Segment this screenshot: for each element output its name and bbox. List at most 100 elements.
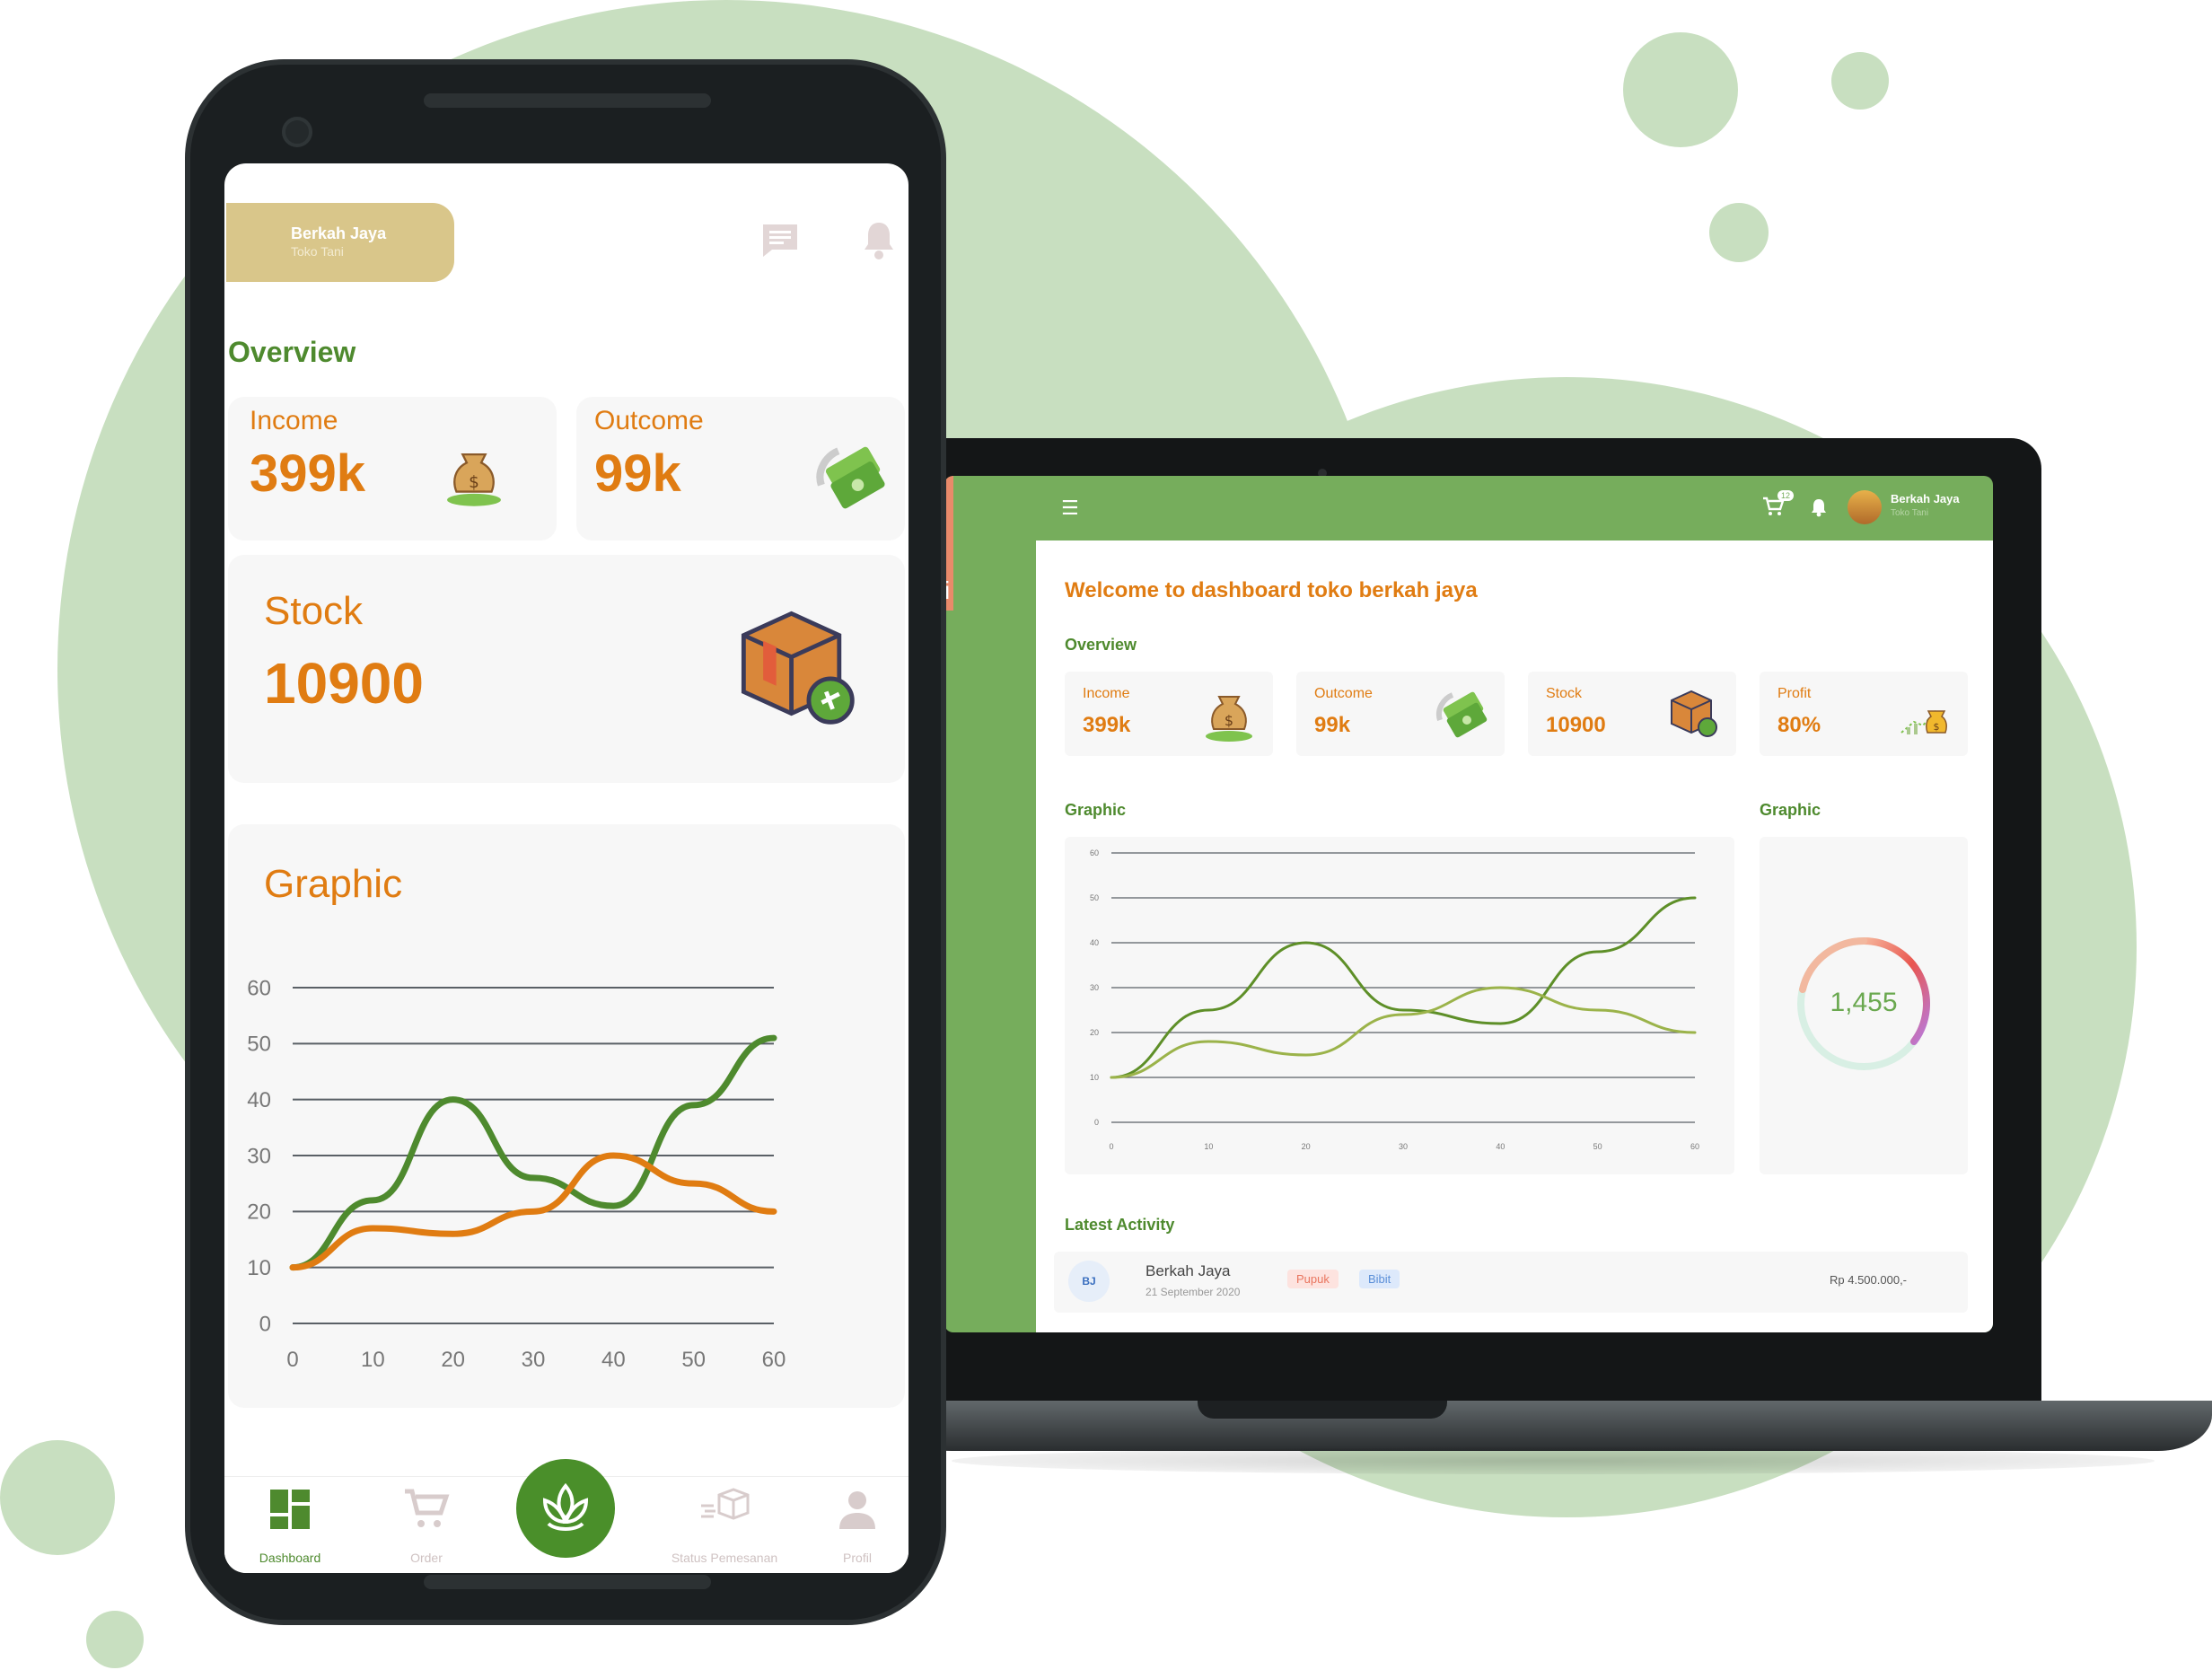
home-fab-button[interactable]: [516, 1459, 615, 1558]
profit-chart-icon: $: [1896, 684, 1952, 743]
nav-label: Order: [410, 1551, 443, 1565]
laptop-notch: [1198, 1401, 1447, 1419]
tag-pupuk: Pupuk: [1287, 1270, 1339, 1288]
background-dot: [0, 1440, 115, 1555]
store-badge[interactable]: Berkah Jaya Toko Tani: [226, 203, 454, 282]
flying-money-icon: [812, 436, 887, 515]
overview-heading: Overview: [1065, 636, 1137, 654]
dashboard-content: Welcome to dashboard toko berkah jaya Ov…: [1036, 541, 1993, 1332]
stock-label: Stock: [264, 589, 364, 633]
y-tick-label: 40: [247, 1088, 271, 1112]
chat-icon[interactable]: [759, 221, 801, 264]
income-card[interactable]: Income 399k $: [228, 397, 557, 541]
x-tick-label: 30: [522, 1348, 546, 1372]
phone-bottom-bar: [424, 1575, 711, 1589]
x-tick-label: 10: [361, 1348, 385, 1372]
stat-card-profit[interactable]: Profit 80% $: [1760, 672, 1968, 756]
x-tick-label: 0: [286, 1348, 298, 1372]
y-tick-label: 20: [247, 1200, 271, 1225]
donut-chart-card: 1,455: [1760, 837, 1968, 1174]
stat-card-income[interactable]: Income 399k $: [1065, 672, 1273, 756]
graphic-heading-secondary: Graphic: [1760, 801, 1821, 819]
store-name: Berkah Jaya: [291, 224, 387, 242]
graphic-card: Graphic 0 10 20 30 40 50 60 0 10 20 30 40 50 60: [228, 824, 905, 1408]
stock-card[interactable]: Stock 10900: [228, 555, 905, 783]
income-label: Income: [250, 406, 338, 435]
nav-label: Status Pemesanan: [671, 1551, 778, 1565]
phone-screen: Berkah Jaya Toko Tani Overview Income 39…: [224, 163, 908, 1573]
svg-text:$: $: [1934, 721, 1940, 733]
x-tick-label: 10: [1204, 1142, 1213, 1151]
nav-label: Profil: [843, 1551, 872, 1565]
y-tick-label: 50: [1090, 893, 1099, 902]
nav-item-dashboard[interactable]: Dashboard: [224, 1488, 357, 1565]
stat-value: 399k: [1083, 713, 1131, 737]
series-line-1: [289, 1034, 777, 1271]
phone-line-chart: 0 10 20 30 40 50 60 0 10 20 30 40 50 60: [247, 976, 786, 1372]
y-tick-label: 20: [1090, 1028, 1099, 1037]
page-title: Welcome to dashboard toko berkah jaya: [1065, 578, 1478, 602]
laptop-base: [898, 1401, 2212, 1451]
stat-label: Profit: [1778, 686, 1812, 701]
tag-bibit: Bibit: [1359, 1270, 1400, 1288]
dashboard-icon: [270, 1490, 310, 1529]
y-tick-label: 40: [1090, 938, 1099, 947]
nav-item-order[interactable]: Order: [359, 1488, 494, 1565]
laptop-screen: i ☰ 12 Berkah Jaya Toko Tani Welcome to …: [944, 476, 1993, 1332]
background-dot: [1709, 203, 1769, 262]
activity-amount: Rp 4.500.000,-: [1830, 1273, 1908, 1287]
y-tick-label: 60: [247, 976, 271, 1000]
x-tick-label: 50: [1593, 1142, 1602, 1151]
nav-item-profil[interactable]: Profil: [790, 1488, 908, 1565]
y-tick-label: 30: [1090, 983, 1099, 992]
stat-card-outcome[interactable]: Outcome 99k: [1296, 672, 1505, 756]
bell-icon[interactable]: [1810, 497, 1828, 521]
y-tick-label: 30: [247, 1144, 271, 1168]
outcome-card[interactable]: Outcome 99k: [576, 397, 905, 541]
avatar[interactable]: [1848, 490, 1882, 524]
x-tick-label: 40: [1496, 1142, 1505, 1151]
stat-value: 80%: [1778, 713, 1821, 737]
bottom-navigation: Dashboard Order Status Pemesanan Profil: [224, 1459, 908, 1573]
money-bag-icon: $: [438, 440, 510, 512]
user-icon: [839, 1491, 875, 1529]
laptop-shadow: [952, 1447, 2155, 1474]
flying-money-icon: [1433, 684, 1488, 743]
graphic-heading: Graphic: [1065, 801, 1127, 819]
activity-row[interactable]: BJ Berkah Jaya 21 September 2020 Pupuk B…: [1054, 1252, 1968, 1313]
nav-label: Dashboard: [259, 1551, 321, 1565]
outcome-value: 99k: [594, 444, 681, 503]
background-dot: [86, 1611, 144, 1668]
y-tick-label: 10: [1090, 1073, 1099, 1082]
laptop-line-chart-card: 0 10 20 30 40 50 60 0 10 20 30 40 50 60: [1065, 837, 1734, 1174]
box-shipping-icon: [1664, 684, 1720, 743]
lotus-logo-icon: [542, 1482, 589, 1531]
phone-speaker: [424, 93, 711, 108]
delivery-box-icon: [701, 1488, 750, 1520]
x-tick-label: 40: [601, 1348, 626, 1372]
money-bag-icon: $: [1201, 684, 1257, 747]
stat-card-stock[interactable]: Stock 10900: [1528, 672, 1736, 756]
hamburger-icon[interactable]: ☰: [1061, 497, 1079, 520]
stat-label: Income: [1083, 686, 1130, 701]
bell-icon[interactable]: [862, 219, 896, 264]
x-tick-label: 20: [1302, 1142, 1311, 1151]
background-dot: [1831, 52, 1889, 110]
y-tick-label: 0: [259, 1312, 271, 1336]
user-subtitle: Toko Tani: [1891, 508, 1929, 518]
background-dot: [1623, 32, 1738, 147]
stat-value: 99k: [1314, 713, 1351, 737]
x-tick-label: 20: [441, 1348, 465, 1372]
y-tick-label: 50: [247, 1033, 271, 1057]
y-tick-label: 0: [1094, 1118, 1099, 1127]
activity-date: 21 September 2020: [1146, 1286, 1241, 1298]
activity-avatar: BJ: [1068, 1261, 1110, 1302]
box-shipping-icon: [722, 596, 865, 734]
income-value: 399k: [250, 444, 366, 503]
laptop-line-chart: 0 10 20 30 40 50 60 0 10 20 30 40 50 60: [1090, 848, 1699, 1151]
x-tick-label: 0: [1109, 1142, 1113, 1151]
graphic-heading: Graphic: [264, 862, 403, 906]
donut-value: 1,455: [1830, 988, 1898, 1017]
latest-activity-heading: Latest Activity: [1065, 1216, 1175, 1234]
nav-item-status-pemesanan[interactable]: Status Pemesanan: [657, 1488, 792, 1565]
